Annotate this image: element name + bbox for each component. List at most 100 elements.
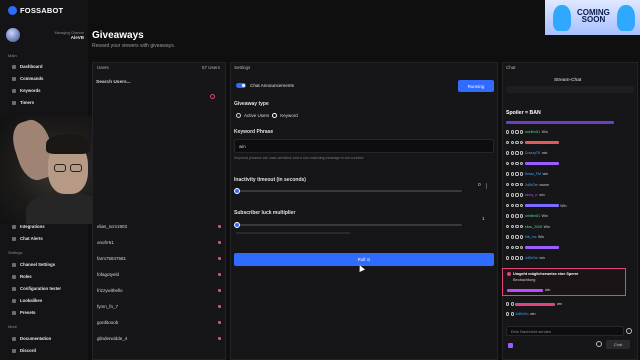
inactivity-slider-track[interactable] [236,190,462,192]
remove-user-icon[interactable] [218,321,221,324]
mod-action-icon[interactable] [515,130,519,134]
mod-action-icon[interactable] [515,224,519,229]
mod-action-icon[interactable] [506,302,510,306]
mod-action-icon[interactable] [520,151,524,155]
chat-announcements-toggle-row[interactable]: Chat Announcements [236,83,294,88]
radio-active-users[interactable] [236,113,241,118]
channel-points-icon[interactable] [508,343,513,348]
mod-action-icon[interactable] [506,203,510,208]
mod-action-icon[interactable] [506,193,510,197]
mod-action-icon[interactable] [510,193,514,197]
nav-item-chat-alerts[interactable]: Chat Alerts [12,236,43,241]
mod-action-icon[interactable] [506,245,510,249]
nav-item-keywords[interactable]: Keywords [12,88,41,93]
chat-send-button[interactable]: Chat [606,340,630,349]
remove-user-icon[interactable] [218,241,221,244]
chat-message[interactable]: ariellim81 Win [506,214,548,218]
nav-item-commands[interactable]: Commands [12,76,43,81]
mod-action-icon[interactable] [506,214,510,218]
chat-message[interactable]: CrazzyTK win [506,151,547,155]
list-item[interactable]: frizzywithello [97,288,221,293]
nav-item-presets[interactable]: Presets [12,310,36,315]
list-item[interactable]: elias_scm1903 [97,224,221,229]
mod-action-icon[interactable] [506,235,510,239]
mod-action-icon[interactable] [515,245,519,249]
mod-action-icon[interactable] [506,161,510,165]
mod-action-icon[interactable] [520,256,524,260]
mod-action-icon[interactable] [515,193,519,197]
inactivity-stepper[interactable] [486,183,492,189]
list-item[interactable]: onofrr61 [97,240,221,245]
mod-action-icon[interactable] [515,172,519,176]
chat-message[interactable] [506,161,560,165]
remove-user-icon[interactable] [218,305,221,308]
mod-action-icon[interactable] [506,312,510,316]
mod-action-icon[interactable] [510,245,514,249]
mod-action-icon[interactable] [506,140,510,144]
chat-settings-icon[interactable] [596,341,602,347]
mod-action-icon[interactable] [506,151,510,155]
mod-action-icon[interactable] [515,151,519,155]
nav-item-dashboard[interactable]: Dashboard [12,64,42,69]
pinned-moderation-card[interactable]: Umgeht möglicherweise eine Sperre Beobac… [502,268,626,296]
list-item[interactable]: gorditooob [97,320,221,325]
chat-message[interactable]: frib_mc Win [506,235,544,239]
chat-message[interactable]: aiony_rr win [506,193,545,197]
mod-action-icon[interactable] [510,256,514,260]
mod-action-icon[interactable] [520,140,524,144]
mod-action-icon[interactable] [510,214,514,218]
mod-action-icon[interactable] [520,245,524,249]
remove-user-icon[interactable] [218,289,221,292]
chat-message[interactable]: Smaz_FM win [506,172,548,176]
mod-action-icon[interactable] [506,130,510,134]
mod-action-icon[interactable] [515,182,519,187]
chat-message[interactable]: JoBrOm win [506,312,535,316]
chat-message[interactable]: ariellim81 Win [506,130,548,134]
nav-item-lookalikes[interactable]: Lookalikes [12,298,42,303]
mod-action-icon[interactable] [515,256,519,260]
nav-item-integrations[interactable]: Integrations [12,224,45,229]
chat-message[interactable]: win [506,302,562,306]
mod-action-icon[interactable] [520,130,524,134]
remove-user-icon[interactable] [218,273,221,276]
nav-item-documentation[interactable]: Documentation [12,336,51,341]
mod-action-icon[interactable] [510,235,514,239]
subscriber-luck-slider-handle[interactable] [234,222,240,228]
mod-action-icon[interactable] [506,256,510,260]
mod-action-icon[interactable] [506,224,510,229]
mod-action-icon[interactable] [520,224,524,229]
mod-action-icon[interactable] [520,203,524,208]
nav-item-channel-settings[interactable]: Channel Settings [12,262,55,267]
search-users-input[interactable]: Search Users... [96,80,131,85]
mod-action-icon[interactable] [520,172,524,176]
mod-action-icon[interactable] [520,214,524,218]
chat-message[interactable]: JoBrOm win [506,256,545,260]
mod-action-icon[interactable] [520,182,524,187]
chat-message[interactable]: Win [506,204,566,208]
mod-action-icon[interactable] [520,193,524,197]
roll-button[interactable]: Roll ⊙ [234,253,494,266]
mod-action-icon[interactable] [506,182,510,187]
mod-action-icon[interactable] [510,182,514,187]
chat-message-input[interactable]: Eine Nachricht senden [506,326,624,336]
inactivity-slider-handle[interactable] [234,188,240,194]
nav-item-discord[interactable]: Discord [12,348,36,353]
channel-profile[interactable]: Managing Channel AleVB [6,28,84,42]
chat-message[interactable] [506,245,560,249]
mod-action-icon[interactable] [510,172,514,176]
mod-action-icon[interactable] [506,172,510,176]
mod-action-icon[interactable] [510,130,514,134]
brand-logo[interactable]: FOSSABOT [8,6,63,15]
list-item[interactable]: fymn_fn_7 [97,304,221,309]
mod-action-icon[interactable] [515,214,519,218]
subscriber-luck-slider-track[interactable] [236,224,462,226]
mod-action-icon[interactable] [520,161,524,165]
emote-picker-icon[interactable] [626,328,632,334]
chat-announcements-toggle[interactable] [236,83,246,88]
nav-item-configuration-tester[interactable]: Configuration tester [12,286,61,291]
list-item[interactable]: fofagotyeld [97,272,221,277]
mod-action-icon[interactable] [510,161,514,165]
mod-action-icon[interactable] [510,302,514,306]
running-button[interactable]: Running [458,80,494,92]
list-item[interactable]: glinderwidde_4 [97,336,221,341]
